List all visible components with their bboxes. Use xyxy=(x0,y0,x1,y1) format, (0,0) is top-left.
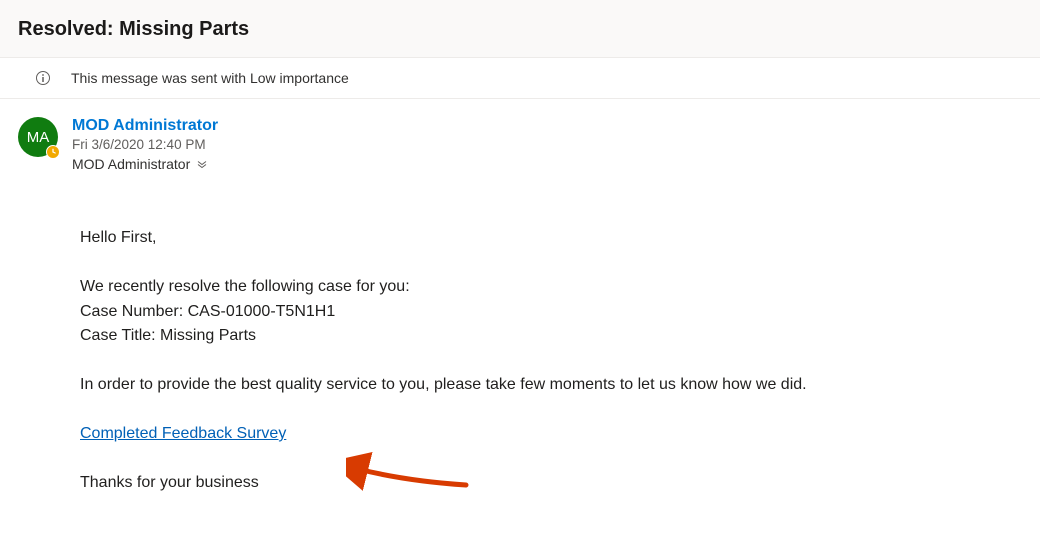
info-icon xyxy=(35,70,51,86)
email-subject: Resolved: Missing Parts xyxy=(18,18,1022,41)
recipient-name: MOD Administrator xyxy=(72,156,190,172)
email-body: Hello First, We recently resolve the fol… xyxy=(0,190,1040,538)
intro-text: We recently resolve the following case f… xyxy=(80,275,1022,300)
importance-bar: This message was sent with Low importanc… xyxy=(0,58,1040,98)
recipient-line: MOD Administrator xyxy=(72,156,1022,172)
survey-link[interactable]: Completed Feedback Survey xyxy=(80,425,286,442)
cta-intro-text: In order to provide the best quality ser… xyxy=(80,373,1022,398)
closing-text: Thanks for your business xyxy=(80,471,1022,496)
case-title-text: Case Title: Missing Parts xyxy=(80,324,1022,349)
sender-name[interactable]: MOD Administrator xyxy=(72,117,1022,135)
sender-avatar[interactable]: MA xyxy=(18,117,58,157)
expand-recipients-icon[interactable] xyxy=(196,158,208,170)
presence-clock-icon xyxy=(46,145,60,159)
avatar-initials: MA xyxy=(27,129,50,146)
email-meta-area: MA MOD Administrator Fri 3/6/2020 12:40 … xyxy=(0,98,1040,190)
sent-date: Fri 3/6/2020 12:40 PM xyxy=(72,137,1022,152)
importance-text: This message was sent with Low importanc… xyxy=(71,70,349,86)
case-number-text: Case Number: CAS-01000-T5N1H1 xyxy=(80,300,1022,325)
greeting-text: Hello First, xyxy=(80,226,1022,251)
email-header: Resolved: Missing Parts xyxy=(0,0,1040,58)
